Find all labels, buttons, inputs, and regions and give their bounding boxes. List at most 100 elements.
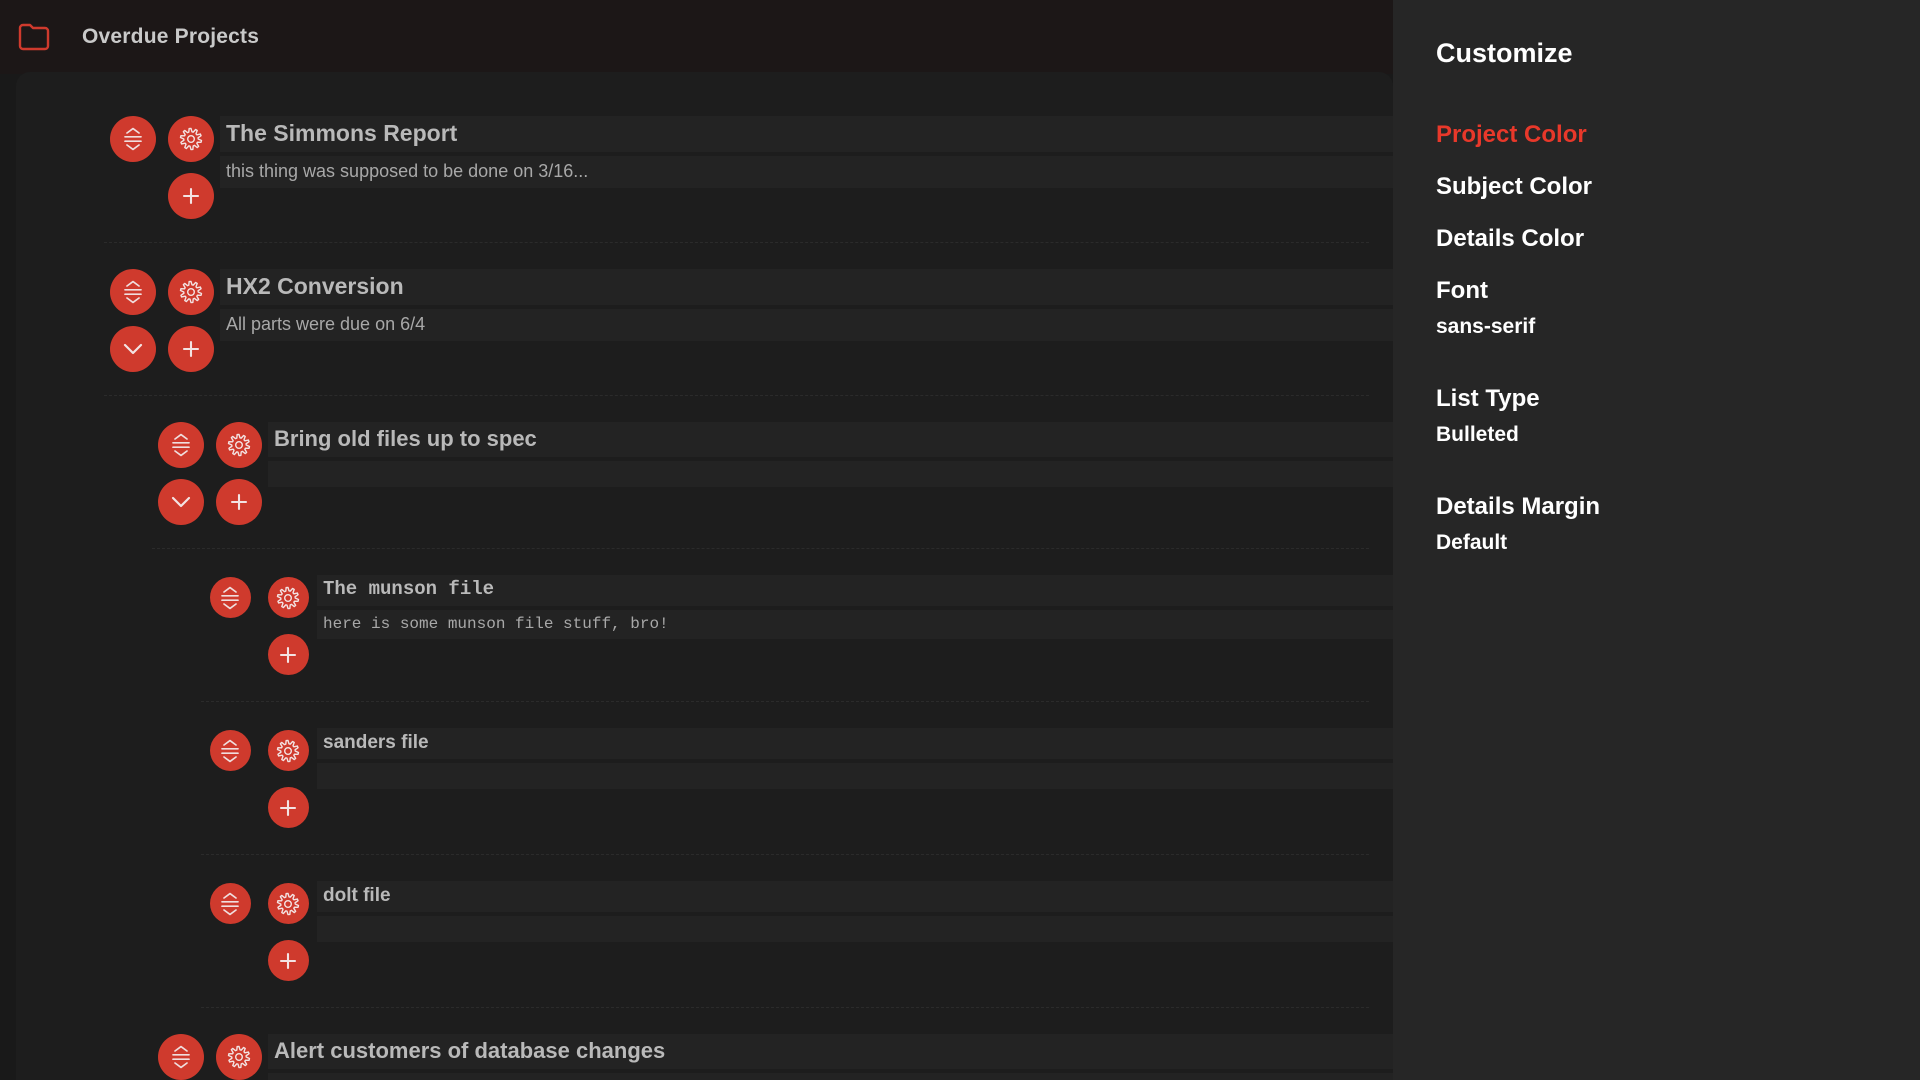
sidebar-option-group: Subject Color (1436, 166, 1920, 208)
chevron-down-icon (170, 494, 192, 510)
sidebar-option-value[interactable]: sans-serif (1436, 312, 1920, 346)
plus-icon (278, 798, 298, 818)
add-child-button[interactable] (168, 325, 214, 372)
project-item: dolt file (16, 855, 1393, 1007)
collapse-item-button[interactable] (110, 325, 156, 372)
plus-icon (278, 645, 298, 665)
gear-icon (226, 432, 252, 458)
project-item-row: dolt file (201, 875, 1393, 989)
item-subject[interactable]: The Simmons Report (220, 116, 1393, 153)
plus-icon (181, 186, 201, 206)
move-updown-icon (122, 127, 144, 151)
item-details[interactable]: here is some munson file stuff, bro! (317, 609, 1393, 640)
sidebar-option-group: Font sans-serif (1436, 270, 1920, 368)
item-text: Bring old files up to spec (268, 416, 1393, 487)
sidebar-option-label[interactable]: Subject Color (1436, 166, 1920, 208)
item-controls (104, 110, 220, 224)
move-item-button[interactable] (209, 577, 251, 618)
sidebar-option-label[interactable]: Details Margin (1436, 486, 1920, 528)
item-details[interactable]: All parts were due on 6/4 (220, 309, 1393, 342)
sidebar-title: Customize (1436, 38, 1573, 68)
item-details[interactable]: Moving all clients from MySQL to EZ Data… (268, 1072, 1393, 1080)
item-details[interactable] (317, 762, 1393, 789)
move-item-button[interactable] (158, 421, 204, 468)
sidebar-option-label[interactable]: Project Color (1436, 114, 1920, 156)
move-item-button[interactable] (209, 730, 251, 771)
sidebar-option-label[interactable]: Font (1436, 270, 1920, 312)
collapse-item-button[interactable] (158, 478, 204, 525)
plus-icon (181, 339, 201, 359)
project-item: The munson file here is some munson file … (16, 549, 1393, 701)
item-subject[interactable]: Alert customers of database changes (268, 1034, 1393, 1069)
plus-icon (229, 492, 249, 512)
move-item-button[interactable] (209, 883, 251, 924)
gear-icon (178, 126, 204, 152)
item-settings-button[interactable] (267, 577, 309, 618)
item-details[interactable] (268, 460, 1393, 487)
item-text: HX2 Conversion All parts were due on 6/4 (220, 263, 1393, 342)
project-list[interactable]: The Simmons Report this thing was suppose… (16, 72, 1393, 1080)
add-child-button[interactable] (267, 787, 309, 828)
project-item-row: HX2 Conversion All parts were due on 6/4 (104, 263, 1393, 377)
project-item-row: Alert customers of database changes Movin… (152, 1028, 1393, 1080)
item-text: dolt file (317, 875, 1393, 942)
move-item-button[interactable] (158, 1033, 204, 1080)
move-item-button[interactable] (110, 115, 156, 162)
move-updown-icon (219, 739, 241, 763)
move-updown-icon (170, 433, 192, 457)
item-settings-button[interactable] (267, 883, 309, 924)
project-item: Bring old files up to spec (16, 396, 1393, 548)
sidebar-option-label[interactable]: List Type (1436, 378, 1920, 420)
item-controls (104, 263, 220, 377)
app-root: Overdue Projects The Simmons Report this … (0, 0, 1920, 1080)
item-details[interactable] (317, 915, 1393, 942)
project-item: The Simmons Report this thing was suppose… (16, 72, 1393, 242)
gear-icon (178, 279, 204, 305)
gear-icon (275, 585, 301, 611)
customize-sidebar: Customize Project Color Subject Color Deta… (1393, 0, 1920, 1080)
sidebar-option-group: List Type Bulleted (1436, 378, 1920, 476)
item-settings-button[interactable] (168, 115, 214, 162)
item-subject[interactable]: Bring old files up to spec (268, 422, 1393, 457)
item-text: sanders file (317, 722, 1393, 789)
item-settings-button[interactable] (216, 421, 262, 468)
project-item: Alert customers of database changes Movin… (16, 1008, 1393, 1080)
item-subject[interactable]: The munson file (317, 575, 1393, 606)
project-item-row: The munson file here is some munson file … (201, 569, 1393, 683)
sidebar-option-group: Details Color (1436, 218, 1920, 260)
item-controls (152, 416, 268, 530)
plus-icon (278, 951, 298, 971)
item-subject[interactable]: dolt file (317, 881, 1393, 912)
sidebar-option-value[interactable]: Default (1436, 528, 1920, 562)
item-details[interactable]: this thing was supposed to be done on 3/… (220, 156, 1393, 189)
folder-icon (18, 22, 52, 52)
item-controls (201, 722, 317, 836)
item-settings-button[interactable] (216, 1033, 262, 1080)
gear-icon (275, 738, 301, 764)
project-item: HX2 Conversion All parts were due on 6/4 (16, 243, 1393, 395)
sidebar-option-label[interactable]: Details Color (1436, 218, 1920, 260)
item-text: The Simmons Report this thing was suppose… (220, 110, 1393, 189)
move-item-button[interactable] (110, 268, 156, 315)
page-title: Overdue Projects (82, 25, 260, 48)
item-subject[interactable]: sanders file (317, 728, 1393, 759)
sidebar-option-value[interactable]: Bulleted (1436, 420, 1920, 454)
item-subject[interactable]: HX2 Conversion (220, 269, 1393, 306)
add-child-button[interactable] (216, 478, 262, 525)
gear-icon (275, 891, 301, 917)
item-controls (201, 875, 317, 989)
item-settings-button[interactable] (168, 268, 214, 315)
move-updown-icon (122, 280, 144, 304)
move-updown-icon (219, 586, 241, 610)
project-item-row: sanders file (201, 722, 1393, 836)
sidebar-option-group: Project Color (1436, 114, 1920, 156)
add-child-button[interactable] (267, 940, 309, 981)
item-settings-button[interactable] (267, 730, 309, 771)
move-updown-icon (170, 1045, 192, 1069)
item-text: The munson file here is some munson file … (317, 569, 1393, 640)
add-child-button[interactable] (168, 172, 214, 219)
add-child-button[interactable] (267, 634, 309, 675)
item-controls (201, 569, 317, 683)
